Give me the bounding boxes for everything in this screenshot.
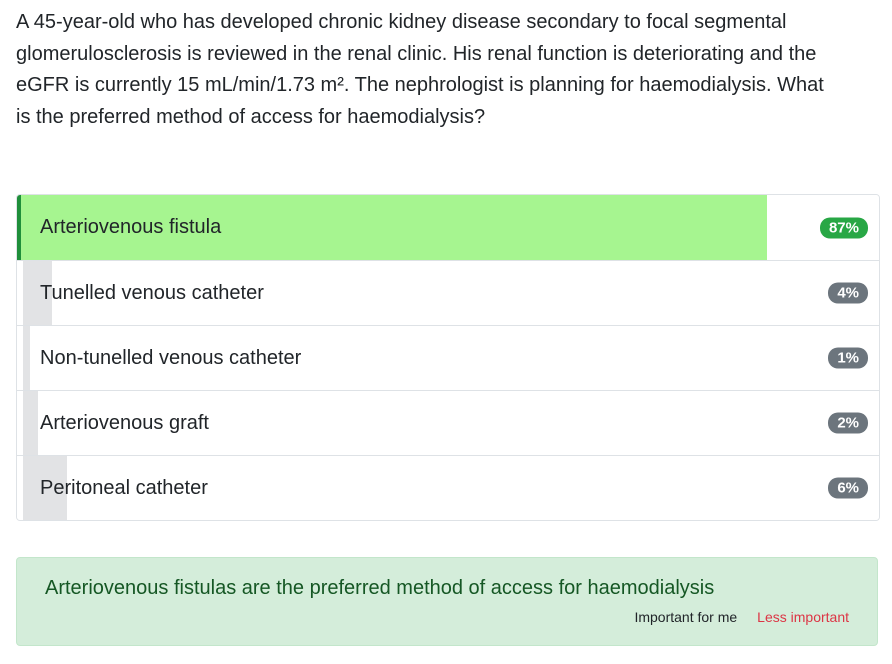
answer-options: Arteriovenous fistula 87% Tunelled venou… xyxy=(16,194,880,521)
answer-option[interactable]: Peritoneal catheter 6% xyxy=(17,455,879,520)
answer-percent-badge: 4% xyxy=(828,282,868,304)
answer-option[interactable]: Arteriovenous fistula 87% xyxy=(17,195,879,260)
answer-percent-badge: 2% xyxy=(828,412,868,434)
explanation-box: Arteriovenous fistulas are the preferred… xyxy=(16,557,878,646)
answer-share-bar xyxy=(23,326,31,390)
answer-label: Tunelled venous catheter xyxy=(40,281,264,304)
less-important-link[interactable]: Less important xyxy=(757,609,849,625)
answer-share-bar xyxy=(23,391,38,455)
importance-links: Important for me Less important xyxy=(634,609,849,625)
answer-option[interactable]: Arteriovenous graft 2% xyxy=(17,390,879,455)
question-text: A 45-year-old who has developed chronic … xyxy=(16,11,824,128)
explanation-text: Arteriovenous fistulas are the preferred… xyxy=(45,577,715,599)
answer-percent-badge: 87% xyxy=(819,217,868,238)
answer-label: Non-tunelled venous catheter xyxy=(40,346,302,369)
answer-option[interactable]: Non-tunelled venous catheter 1% xyxy=(17,325,879,390)
answer-label: Arteriovenous graft xyxy=(40,411,209,434)
important-for-me-link[interactable]: Important for me xyxy=(634,609,737,625)
answer-percent-badge: 1% xyxy=(828,347,868,369)
answer-label: Peritoneal catheter xyxy=(40,476,208,499)
answer-label: Arteriovenous fistula xyxy=(40,216,222,238)
answer-percent-badge: 6% xyxy=(828,477,868,499)
answer-option[interactable]: Tunelled venous catheter 4% xyxy=(17,260,879,325)
